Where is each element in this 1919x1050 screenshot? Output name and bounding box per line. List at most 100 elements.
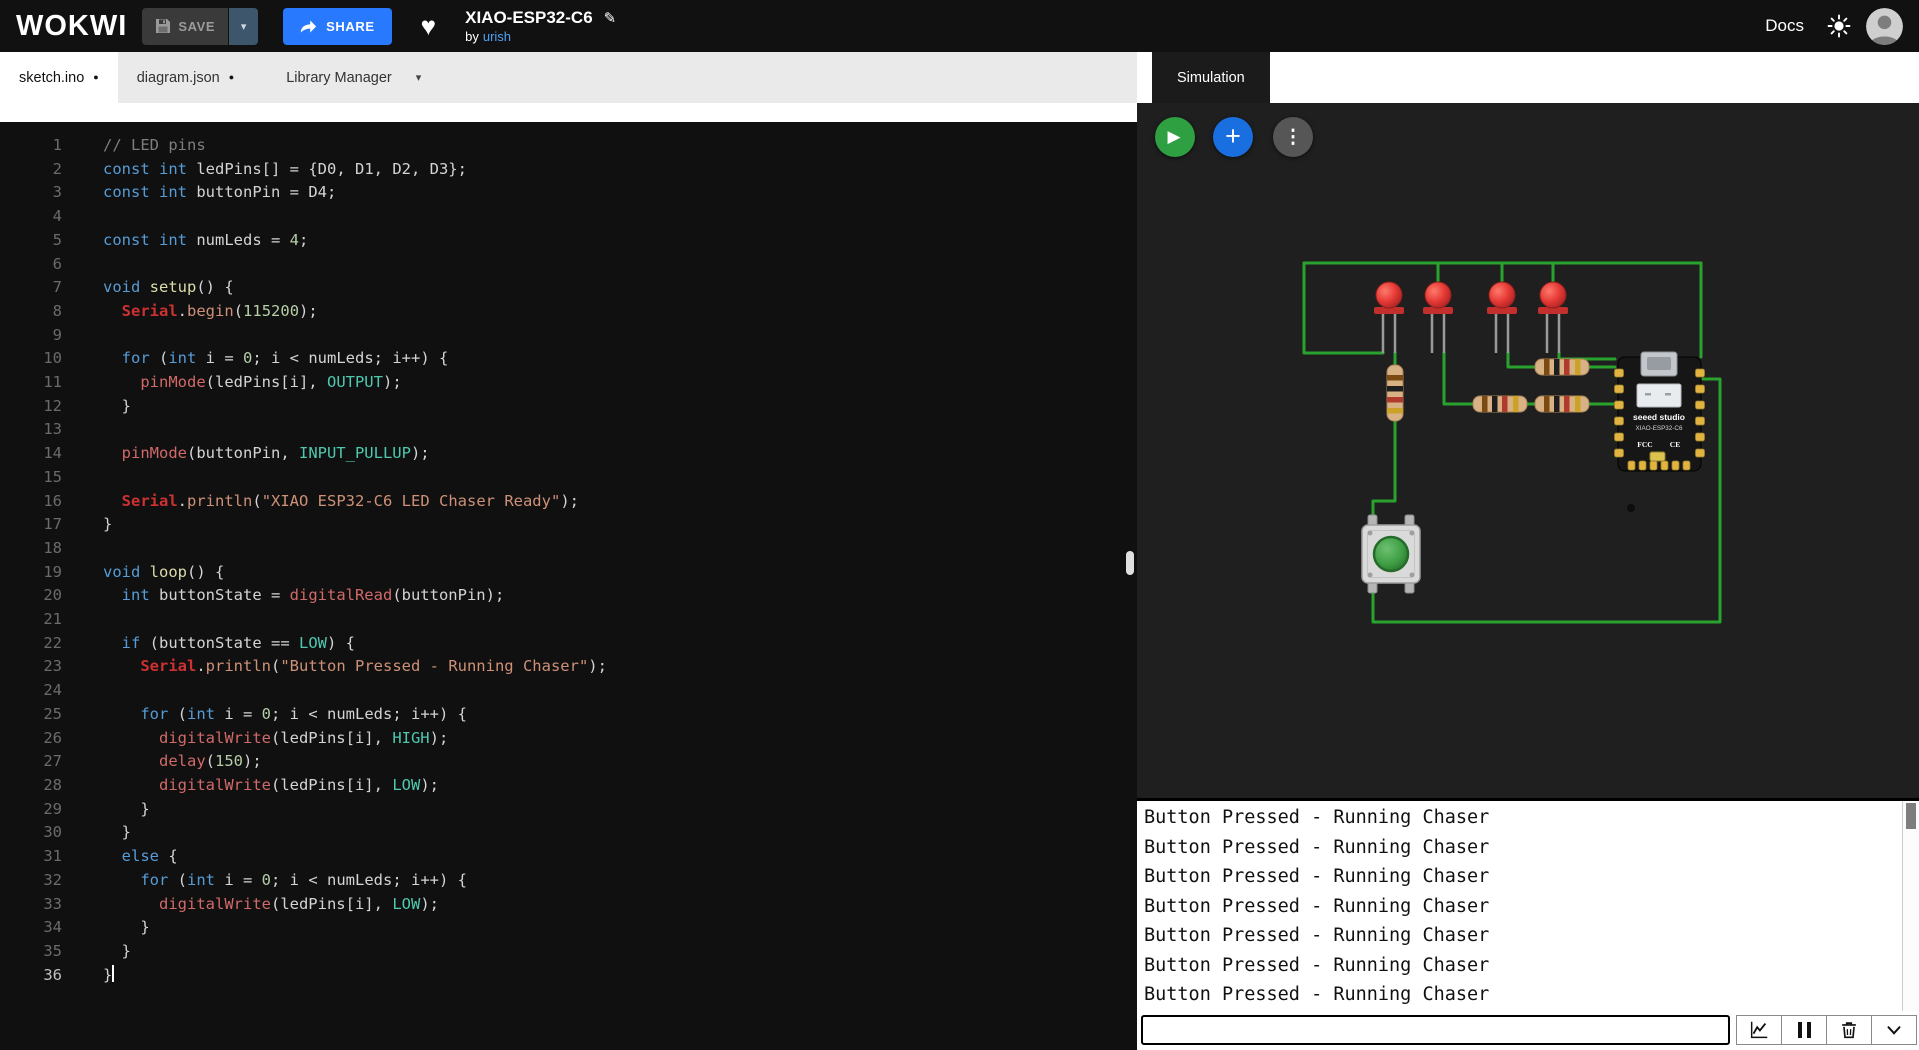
save-dropdown-button[interactable]: ▾ — [229, 7, 259, 45]
serial-scrollbar[interactable] — [1902, 801, 1919, 1011]
author-link[interactable]: urish — [483, 29, 511, 44]
serial-output[interactable]: Button Pressed - Running Chaser Button Pr… — [1137, 803, 1902, 1011]
line-number: 14 — [43, 444, 62, 463]
code-line[interactable] — [103, 608, 1137, 632]
led-3[interactable] — [1487, 281, 1517, 353]
code-line[interactable]: } — [103, 940, 1137, 964]
line-number: 16 — [43, 491, 62, 510]
code-line[interactable]: void setup() { — [103, 276, 1137, 300]
tab-sketch-ino[interactable]: sketch.ino ● — [0, 52, 118, 103]
led-2[interactable] — [1423, 281, 1453, 353]
led-4[interactable] — [1538, 281, 1568, 353]
code-line[interactable] — [103, 679, 1137, 703]
simulation-panel: Simulation ▶ + ⋮ seeed studio XIAO-ESP32… — [1137, 52, 1919, 1050]
topbar: WOKWI SAVE ▾ SHARE ♥ XIAO-ESP32-C6 ✎ by … — [0, 0, 1919, 52]
heart-icon: ♥ — [420, 11, 437, 41]
plus-icon: + — [1225, 120, 1241, 151]
circuit-diagram[interactable]: seeed studio XIAO-ESP32-C6 FCC CE — [1137, 103, 1919, 798]
code-line[interactable]: if (buttonState == LOW) { — [103, 632, 1137, 656]
code-line[interactable]: digitalWrite(ledPins[i], HIGH); — [103, 727, 1137, 751]
tab-label: sketch.ino — [19, 69, 85, 86]
code-line[interactable]: pinMode(buttonPin, INPUT_PULLUP); — [103, 442, 1137, 466]
code-line[interactable] — [103, 205, 1137, 229]
line-number: 8 — [52, 301, 62, 320]
resistor-4[interactable] — [1534, 395, 1590, 413]
serial-input[interactable] — [1141, 1015, 1730, 1045]
collapse-button[interactable] — [1871, 1015, 1917, 1045]
code-line[interactable]: Serial.println("XIAO ESP32-C6 LED Chaser… — [103, 490, 1137, 514]
library-manager-button[interactable]: Library Manager ▾ — [267, 52, 440, 103]
chart-icon — [1750, 1021, 1768, 1039]
floppy-icon — [156, 19, 171, 33]
code-line[interactable]: for (int i = 0; i < numLeds; i++) { — [103, 347, 1137, 371]
line-number: 31 — [43, 847, 62, 866]
share-button[interactable]: SHARE — [283, 7, 392, 45]
tab-simulation[interactable]: Simulation — [1152, 52, 1270, 103]
pencil-icon: ✎ — [603, 10, 617, 27]
sim-menu-button[interactable]: ⋮ — [1273, 117, 1313, 157]
code-line[interactable]: pinMode(ledPins[i], OUTPUT); — [103, 371, 1137, 395]
code-line[interactable]: int buttonState = digitalRead(buttonPin)… — [103, 584, 1137, 608]
resistor-3[interactable] — [1472, 395, 1528, 413]
sim-canvas[interactable]: ▶ + ⋮ seeed studio XIAO-ESP32-C6 FCC CE — [1137, 103, 1919, 798]
line-number: 36 — [43, 965, 62, 984]
code-line[interactable] — [103, 537, 1137, 561]
code-line[interactable]: digitalWrite(ledPins[i], LOW); — [103, 774, 1137, 798]
add-part-button[interactable]: + — [1213, 117, 1253, 157]
code-line[interactable]: } — [103, 916, 1137, 940]
code-line[interactable]: const int buttonPin = D4; — [103, 181, 1137, 205]
rename-project-button[interactable]: ✎ — [604, 9, 617, 27]
code-line[interactable]: } — [103, 513, 1137, 537]
xiao-esp32c6-board[interactable]: seeed studio XIAO-ESP32-C6 FCC CE — [1614, 351, 1705, 472]
unsaved-dot: ● — [228, 72, 235, 82]
resistor-2[interactable] — [1534, 358, 1590, 376]
clear-button[interactable] — [1826, 1015, 1872, 1045]
code-line[interactable]: } — [103, 821, 1137, 845]
scrollbar-thumb[interactable] — [1905, 803, 1916, 829]
code-line[interactable]: } — [103, 964, 1137, 988]
pushbutton[interactable] — [1361, 514, 1421, 594]
tab-label: diagram.json — [136, 69, 220, 86]
code-line[interactable]: delay(150); — [103, 750, 1137, 774]
line-number: 20 — [43, 586, 62, 605]
resistor-1[interactable] — [1386, 364, 1404, 422]
code-line[interactable]: void loop() { — [103, 561, 1137, 585]
code-line[interactable]: digitalWrite(ledPins[i], LOW); — [103, 893, 1137, 917]
save-button[interactable]: SAVE — [142, 7, 229, 45]
code-line[interactable]: } — [103, 395, 1137, 419]
code-line[interactable] — [103, 418, 1137, 442]
user-avatar[interactable] — [1866, 7, 1903, 45]
line-number: 6 — [52, 254, 62, 273]
code-line[interactable]: Serial.begin(115200); — [103, 300, 1137, 324]
code-line[interactable]: else { — [103, 845, 1137, 869]
plot-button[interactable] — [1736, 1015, 1782, 1045]
code-line[interactable]: } — [103, 798, 1137, 822]
line-number: 4 — [52, 207, 62, 226]
play-button[interactable]: ▶ — [1155, 117, 1195, 157]
pushbutton-cap[interactable] — [1372, 535, 1410, 573]
code-line[interactable]: for (int i = 0; i < numLeds; i++) { — [103, 703, 1137, 727]
code-line[interactable] — [103, 324, 1137, 348]
favorite-button[interactable]: ♥ — [415, 12, 442, 40]
line-number: 32 — [43, 870, 62, 889]
code-line[interactable]: Serial.println("Button Pressed - Running… — [103, 655, 1137, 679]
line-number: 27 — [43, 752, 62, 771]
code-line[interactable] — [103, 253, 1137, 277]
wokwi-logo[interactable]: WOKWI — [16, 10, 127, 43]
led-1[interactable] — [1374, 281, 1404, 353]
code-line[interactable]: const int ledPins[] = {D0, D1, D2, D3}; — [103, 158, 1137, 182]
docs-link[interactable]: Docs — [1765, 16, 1804, 36]
pause-button[interactable] — [1781, 1015, 1827, 1045]
theme-toggle-button[interactable] — [1827, 14, 1851, 38]
code-editor[interactable]: 1 2 3 4 5 6 7 8 9 10 11 12 13 14 15 16 17 18 19 20 21 22 23 24 2… — [0, 122, 1137, 1050]
panel-resize-handle[interactable] — [1126, 551, 1134, 575]
line-number: 23 — [43, 657, 62, 676]
code-line[interactable] — [103, 466, 1137, 490]
code-line[interactable]: for (int i = 0; i < numLeds; i++) { — [103, 869, 1137, 893]
line-number: 5 — [52, 230, 62, 249]
caret-down-icon: ▾ — [240, 20, 247, 33]
line-number: 18 — [43, 538, 62, 557]
code-line[interactable]: // LED pins — [103, 134, 1137, 158]
tab-diagram-json[interactable]: diagram.json ● — [118, 52, 253, 103]
code-line[interactable]: const int numLeds = 4; — [103, 229, 1137, 253]
